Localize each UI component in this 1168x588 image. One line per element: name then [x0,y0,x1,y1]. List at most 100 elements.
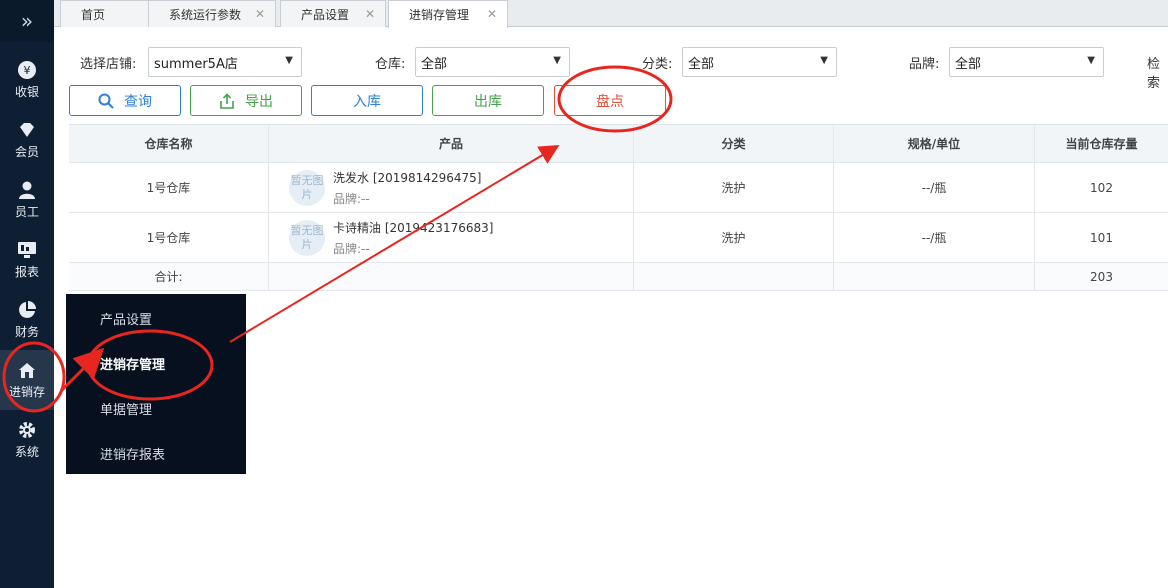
brand-label: 品牌: [909,57,940,72]
inventory-table: 仓库名称 产品 分类 规格/单位 当前仓库存量 1号仓库 暂无图片 洗发水 [2… [69,124,1168,291]
header-warehouse: 仓库名称 [69,125,269,162]
category-select[interactable]: 全部 ▼ [682,47,837,77]
sidebar-item-label: 财务 [14,325,39,339]
no-image-placeholder: 暂无图片 [289,169,325,206]
sidebar-item-member[interactable]: 会员 [0,110,54,170]
tab-label: 系统运行参数 [169,7,242,22]
total-empty-cell [269,263,634,290]
close-icon[interactable]: ✕ [365,7,375,21]
table-header: 仓库名称 产品 分类 规格/单位 当前仓库存量 [69,125,1168,163]
cell-spec: --/瓶 [834,213,1035,262]
inventory-submenu: 产品设置 进销存管理 单据管理 进销存报表 [66,294,246,474]
inventory-check-button[interactable]: 盘点 [554,85,666,116]
cash-icon: ¥ [18,61,36,79]
stock-in-button[interactable]: 入库 [311,85,423,116]
search-icon [98,93,114,109]
inventory-check-button-label: 盘点 [596,93,624,110]
sidebar-item-cashier[interactable]: ¥ 收银 [0,50,54,110]
stock-out-button[interactable]: 出库 [432,85,544,116]
cell-spec: --/瓶 [834,163,1035,212]
product-brand: 品牌:-- [333,241,370,256]
table-row[interactable]: 1号仓库 暂无图片 卡诗精油 [2019423176683] 品牌:-- 洗护 … [69,213,1168,263]
query-button-label: 查询 [124,93,152,110]
cell-stock: 101 [1090,230,1113,245]
diamond-icon [20,123,34,137]
expand-sidebar-icon[interactable]: » [0,0,54,42]
tab-inventory-management[interactable]: 进销存管理 ✕ [388,0,508,28]
person-icon [19,181,35,199]
export-icon [220,92,234,109]
tab-label: 产品设置 [301,7,350,22]
sidebar-item-report[interactable]: 报表 [0,230,54,290]
sidebar-item-label: 收银 [14,85,39,99]
tab-label: 首页 [81,7,106,22]
brand-select-value: 全部 [955,56,982,72]
close-icon[interactable]: ✕ [487,7,497,21]
category-label: 分类: [642,57,673,72]
warehouse-select[interactable]: 全部 ▼ [415,47,570,77]
caret-down-icon: ▼ [553,55,561,66]
monitor-icon [18,242,36,258]
cell-warehouse: 1号仓库 [69,213,269,262]
header-product: 产品 [269,125,634,162]
caret-down-icon: ▼ [1087,55,1095,66]
close-icon[interactable]: ✕ [255,7,265,21]
sidebar-item-system[interactable]: 系统 [0,410,54,470]
query-button[interactable]: 查询 [69,85,181,116]
cell-warehouse: 1号仓库 [69,163,269,212]
category-select-value: 全部 [688,56,715,72]
stock-out-button-label: 出库 [474,93,502,110]
header-category: 分类 [634,125,834,162]
sidebar-item-finance[interactable]: 财务 [0,290,54,350]
submenu-item-inventory-report[interactable]: 进销存报表 [100,444,165,463]
table-row[interactable]: 1号仓库 暂无图片 洗发水 [2019814296475] 品牌:-- 洗护 -… [69,163,1168,213]
brand-select[interactable]: 全部 ▼ [949,47,1104,77]
warehouse-select-value: 全部 [421,56,448,72]
tab-bar: 首页 系统运行参数 ✕ 产品设置 ✕ 进销存管理 ✕ [54,0,1168,28]
table-total-row: 合计: 203 [69,263,1168,291]
store-label: 选择店铺: [80,57,137,72]
svg-text:¥: ¥ [24,64,31,77]
search-label: 检索 [1147,57,1161,91]
total-stock: 203 [1090,269,1113,284]
warehouse-label: 仓库: [375,57,406,72]
home-icon [19,363,35,378]
sidebar-item-label: 员工 [14,205,39,219]
tab-home[interactable]: 首页 [60,0,152,27]
total-empty-cell [834,263,1035,290]
gear-icon [19,422,35,438]
caret-down-icon: ▼ [285,55,293,66]
store-select[interactable]: summer5A店 ▼ [148,47,302,77]
caret-down-icon: ▼ [820,55,828,66]
tab-system-params[interactable]: 系统运行参数 ✕ [148,0,276,27]
sidebar-item-staff[interactable]: 员工 [0,170,54,230]
export-button[interactable]: 导出 [190,85,302,116]
cell-product: 暂无图片 卡诗精油 [2019423176683] 品牌:-- [269,213,634,262]
product-name: 卡诗精油 [2019423176683] [333,220,494,235]
cell-category: 洗护 [634,163,834,212]
sidebar-item-label: 进销存 [8,385,45,399]
header-stock: 当前仓库存量 [1065,137,1138,151]
header-spec: 规格/单位 [834,125,1035,162]
store-select-value: summer5A店 [154,56,238,72]
submenu-item-document-management[interactable]: 单据管理 [100,399,152,418]
total-empty-cell [634,263,834,290]
cell-product: 暂无图片 洗发水 [2019814296475] 品牌:-- [269,163,634,212]
tab-product-settings[interactable]: 产品设置 ✕ [280,0,386,27]
submenu-item-inventory-management[interactable]: 进销存管理 [100,354,165,373]
no-image-placeholder: 暂无图片 [289,219,325,256]
cell-stock: 102 [1090,180,1113,195]
submenu-item-product-settings[interactable]: 产品设置 [100,309,152,328]
sidebar-item-inventory[interactable]: 进销存 [0,350,54,410]
sidebar-item-label: 系统 [14,445,39,459]
product-name: 洗发水 [2019814296475] [333,170,482,185]
stock-in-button-label: 入库 [353,93,381,110]
pie-icon [19,301,36,318]
sidebar-item-label: 报表 [14,265,39,279]
total-label: 合计: [69,263,269,290]
sidebar-item-label: 会员 [14,145,39,159]
product-brand: 品牌:-- [333,191,370,206]
sidebar: » ¥ 收银 会员 员工 报表 财务 进销存 系统 [0,0,54,588]
tab-label: 进销存管理 [409,8,470,22]
cell-category: 洗护 [634,213,834,262]
